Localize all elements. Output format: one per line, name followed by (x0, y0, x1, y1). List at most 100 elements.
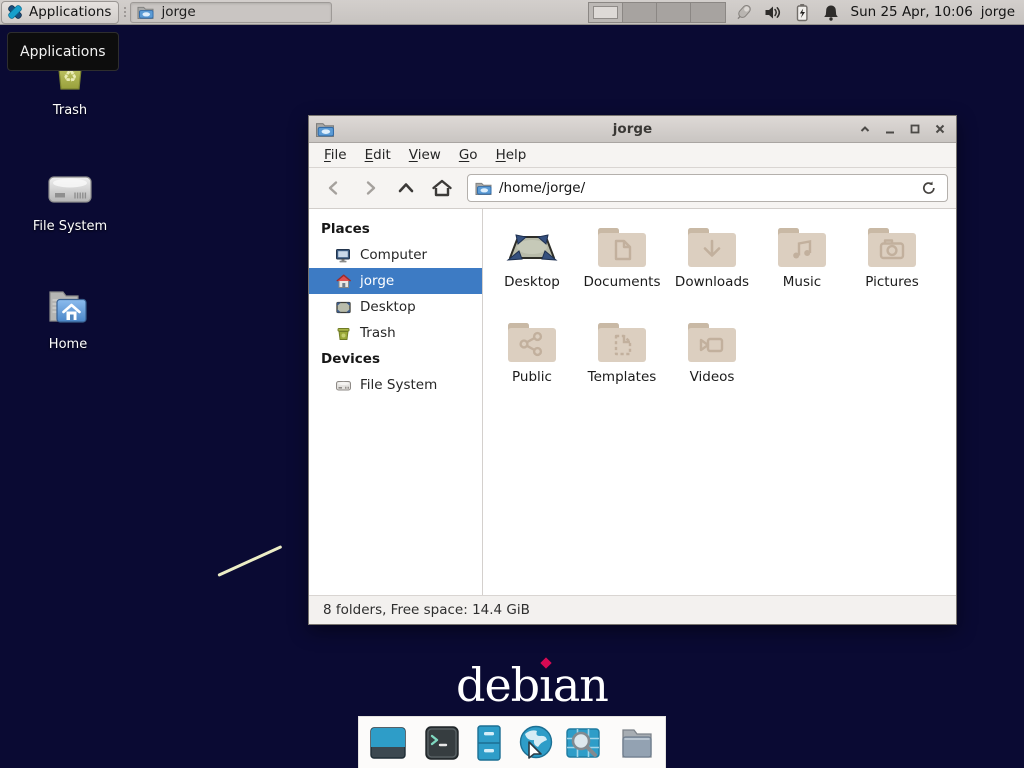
file-item-label: Documents (584, 274, 661, 290)
battery-icon[interactable] (792, 2, 812, 22)
file-item-desktop[interactable]: Desktop (487, 221, 577, 316)
system-tray (734, 2, 841, 22)
directory-icon[interactable] (617, 723, 657, 763)
up-button[interactable] (389, 172, 423, 204)
window-folder-icon (315, 120, 335, 138)
workspace-window-preview (593, 6, 618, 19)
titlebar[interactable]: jorge (309, 116, 956, 143)
debian-logo: debıan (456, 658, 608, 712)
back-button[interactable] (317, 172, 351, 204)
file-item-pictures[interactable]: Pictures (847, 221, 937, 316)
panel-clock[interactable]: Sun 25 Apr, 10:06 (851, 4, 973, 20)
folder-documents-icon (594, 225, 650, 271)
applications-menu-button[interactable]: Applications (1, 1, 119, 24)
path-folder-icon (475, 180, 492, 196)
notifications-icon[interactable] (821, 2, 841, 22)
sidebar-item-trash[interactable]: Trash (309, 320, 482, 346)
close-button[interactable] (929, 119, 950, 140)
desktop-icon-home[interactable]: Home (13, 284, 123, 352)
panel-handle[interactable] (121, 2, 128, 22)
folder-videos-icon (684, 320, 740, 366)
file-item-label: Videos (690, 369, 735, 385)
sidebar-item-label: Trash (360, 325, 396, 341)
desktop-icon-label: File System (33, 219, 107, 234)
file-item-label: Public (512, 369, 552, 385)
folder-window-icon (137, 4, 154, 20)
file-item-templates[interactable]: Templates (577, 316, 667, 411)
menu-view[interactable]: View (400, 144, 450, 166)
folder-templates-icon (594, 320, 650, 366)
statusbar: 8 folders, Free space: 14.4 GiB (309, 595, 956, 624)
minimize-button[interactable] (879, 119, 900, 140)
sidebar-header-places: Places (309, 216, 482, 242)
file-item-label: Pictures (865, 274, 918, 290)
sidebar-header-devices: Devices (309, 346, 482, 372)
volume-icon[interactable] (763, 2, 783, 22)
sidebar: Places Computer (309, 209, 483, 595)
desktop-icon-file-system[interactable]: File System (15, 166, 125, 234)
sidebar-item-label: jorge (360, 273, 394, 289)
file-cabinet-icon[interactable] (469, 723, 509, 763)
folder-music-icon (774, 225, 830, 271)
sidebar-item-file-system[interactable]: File System (309, 372, 482, 398)
menu-file[interactable]: File (315, 144, 356, 166)
desktop-icon-label: Home (49, 337, 87, 352)
trash-icon (335, 325, 352, 342)
panel-username: jorge (981, 4, 1015, 20)
web-browser-icon[interactable] (516, 723, 556, 763)
home-button[interactable] (425, 172, 459, 204)
path-entry[interactable]: /home/jorge/ (467, 174, 948, 202)
workspace-3[interactable] (657, 3, 691, 22)
terminal-icon[interactable] (422, 723, 462, 763)
drive-icon (44, 166, 96, 214)
computer-icon (335, 247, 352, 264)
top-panel: Applications jorge (0, 0, 1024, 25)
home-icon (335, 273, 352, 290)
file-item-music[interactable]: Music (757, 221, 847, 316)
desktop-special-icon (504, 225, 560, 271)
file-item-videos[interactable]: Videos (667, 316, 757, 411)
debian-logo-text: deb (456, 658, 539, 712)
sidebar-item-desktop[interactable]: Desktop (309, 294, 482, 320)
file-item-downloads[interactable]: Downloads (667, 221, 757, 316)
file-item-label: Desktop (504, 274, 560, 290)
app-finder-icon[interactable] (563, 723, 603, 763)
workspace-4[interactable] (691, 3, 725, 22)
dock-panel (358, 716, 666, 768)
file-manager-window: jorge File Edit View Go Help (308, 115, 957, 625)
shade-button[interactable] (854, 119, 875, 140)
file-item-label: Music (783, 274, 821, 290)
file-view[interactable]: Desktop Documents (483, 209, 956, 595)
file-item-label: Templates (588, 369, 657, 385)
desktop: Applications jorge (0, 0, 1024, 768)
cursor-trail-line (217, 545, 282, 577)
sidebar-item-label: Desktop (360, 299, 416, 315)
menu-help[interactable]: Help (487, 144, 536, 166)
path-value[interactable]: /home/jorge/ (499, 180, 911, 196)
applications-menu-label: Applications (29, 4, 111, 20)
menu-go[interactable]: Go (450, 144, 487, 166)
forward-button[interactable] (353, 172, 387, 204)
applications-tooltip: Applications (7, 32, 119, 71)
file-item-documents[interactable]: Documents (577, 221, 667, 316)
taskbar-window-label: jorge (161, 4, 195, 20)
home-folder-icon (42, 284, 94, 332)
taskbar-window-button[interactable]: jorge (130, 2, 332, 23)
sidebar-item-label: Computer (360, 247, 427, 263)
debian-logo-text: an (553, 658, 608, 712)
toolbar: /home/jorge/ (309, 168, 956, 209)
reload-icon[interactable] (918, 177, 940, 199)
xfce-applications-icon (6, 3, 24, 21)
sidebar-item-computer[interactable]: Computer (309, 242, 482, 268)
menu-edit[interactable]: Edit (356, 144, 400, 166)
workspace-1[interactable] (589, 3, 623, 22)
workspace-2[interactable] (623, 3, 657, 22)
workspace-switcher (588, 2, 726, 23)
show-desktop-icon[interactable] (368, 723, 408, 763)
sidebar-item-jorge[interactable]: jorge (309, 268, 482, 294)
input-device-icon[interactable] (734, 2, 754, 22)
maximize-button[interactable] (904, 119, 925, 140)
folder-pictures-icon (864, 225, 920, 271)
desktop-icon-label: Trash (53, 103, 87, 118)
file-item-public[interactable]: Public (487, 316, 577, 411)
